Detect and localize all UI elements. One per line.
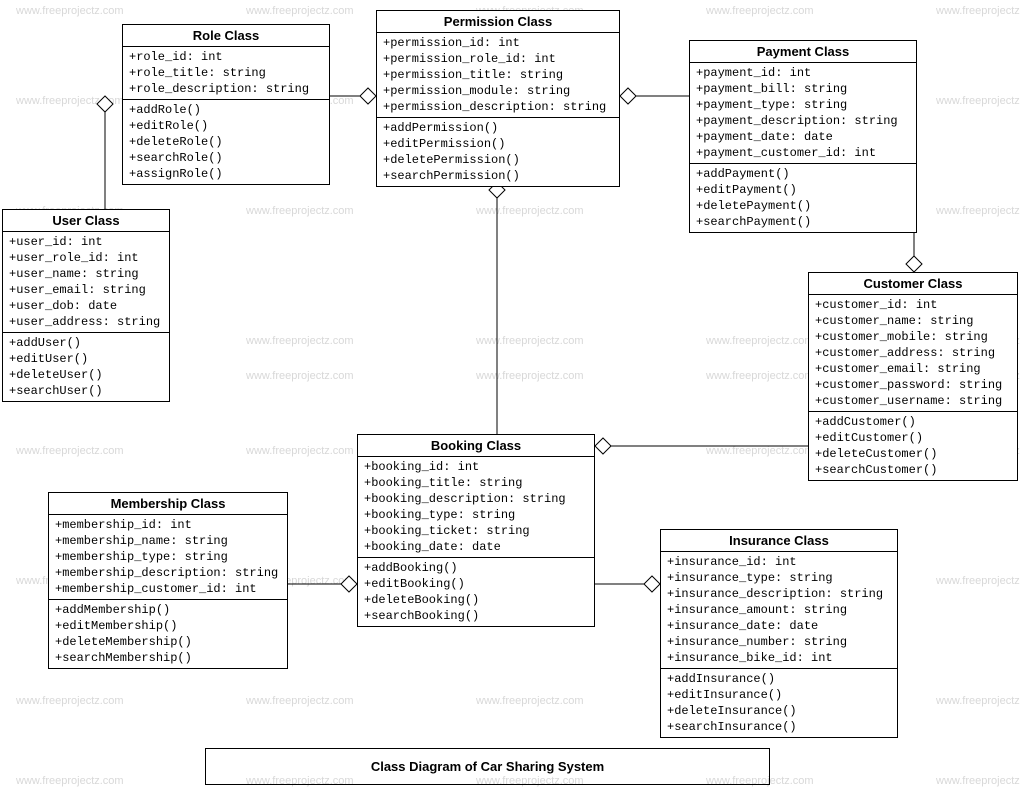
watermark: www.freeprojectz.com <box>706 5 814 17</box>
watermark: www.freeprojectz.com <box>936 695 1020 707</box>
class-title: Payment Class <box>690 41 916 63</box>
class-methods: +addPermission()+editPermission()+delete… <box>377 118 619 186</box>
class-title: Customer Class <box>809 273 1017 295</box>
class-methods: +addInsurance()+editInsurance()+deleteIn… <box>661 669 897 737</box>
class-customer: Customer Class +customer_id: int+custome… <box>808 272 1018 481</box>
class-title: Membership Class <box>49 493 287 515</box>
watermark: www.freeprojectz.com <box>936 95 1020 107</box>
class-insurance: Insurance Class +insurance_id: int+insur… <box>660 529 898 738</box>
watermark: www.freeprojectz.com <box>476 695 584 707</box>
class-attributes: +permission_id: int+permission_role_id: … <box>377 33 619 118</box>
watermark: www.freeprojectz.com <box>246 695 354 707</box>
class-methods: +addBooking()+editBooking()+deleteBookin… <box>358 558 594 626</box>
class-membership: Membership Class +membership_id: int+mem… <box>48 492 288 669</box>
class-title: Permission Class <box>377 11 619 33</box>
watermark: www.freeprojectz.com <box>476 335 584 347</box>
class-methods: +addRole()+editRole()+deleteRole()+searc… <box>123 100 329 184</box>
watermark: www.freeprojectz.com <box>16 775 124 787</box>
class-attributes: +user_id: int+user_role_id: int+user_nam… <box>3 232 169 333</box>
class-methods: +addMembership()+editMembership()+delete… <box>49 600 287 668</box>
watermark: www.freeprojectz.com <box>476 205 584 217</box>
watermark: www.freeprojectz.com <box>706 335 814 347</box>
watermark: www.freeprojectz.com <box>246 205 354 217</box>
class-user: User Class +user_id: int+user_role_id: i… <box>2 209 170 402</box>
class-permission: Permission Class +permission_id: int+per… <box>376 10 620 187</box>
class-methods: +addCustomer()+editCustomer()+deleteCust… <box>809 412 1017 480</box>
watermark: www.freeprojectz.com <box>246 5 354 17</box>
watermark: www.freeprojectz.com <box>476 370 584 382</box>
watermark: www.freeprojectz.com <box>16 95 124 107</box>
watermark: www.freeprojectz.com <box>706 445 814 457</box>
class-attributes: +membership_id: int+membership_name: str… <box>49 515 287 600</box>
watermark: www.freeprojectz.com <box>16 445 124 457</box>
class-attributes: +role_id: int+role_title: string+role_de… <box>123 47 329 100</box>
watermark: www.freeprojectz.com <box>936 575 1020 587</box>
watermark: www.freeprojectz.com <box>246 370 354 382</box>
class-methods: +addUser()+editUser()+deleteUser()+searc… <box>3 333 169 401</box>
class-attributes: +booking_id: int+booking_title: string+b… <box>358 457 594 558</box>
class-booking: Booking Class +booking_id: int+booking_t… <box>357 434 595 627</box>
class-attributes: +payment_id: int+payment_bill: string+pa… <box>690 63 916 164</box>
class-title: Insurance Class <box>661 530 897 552</box>
class-title: User Class <box>3 210 169 232</box>
watermark: www.freeprojectz.com <box>936 775 1020 787</box>
class-role: Role Class +role_id: int+role_title: str… <box>122 24 330 185</box>
watermark: www.freeprojectz.com <box>246 445 354 457</box>
watermark: www.freeprojectz.com <box>16 695 124 707</box>
watermark: www.freeprojectz.com <box>16 5 124 17</box>
watermark: www.freeprojectz.com <box>936 5 1020 17</box>
watermark: www.freeprojectz.com <box>246 335 354 347</box>
watermark: www.freeprojectz.com <box>936 205 1020 217</box>
class-methods: +addPayment()+editPayment()+deletePaymen… <box>690 164 916 232</box>
class-attributes: +customer_id: int+customer_name: string+… <box>809 295 1017 412</box>
class-title: Booking Class <box>358 435 594 457</box>
class-attributes: +insurance_id: int+insurance_type: strin… <box>661 552 897 669</box>
watermark: www.freeprojectz.com <box>706 370 814 382</box>
class-title: Role Class <box>123 25 329 47</box>
class-payment: Payment Class +payment_id: int+payment_b… <box>689 40 917 233</box>
diagram-title: Class Diagram of Car Sharing System <box>205 748 770 785</box>
